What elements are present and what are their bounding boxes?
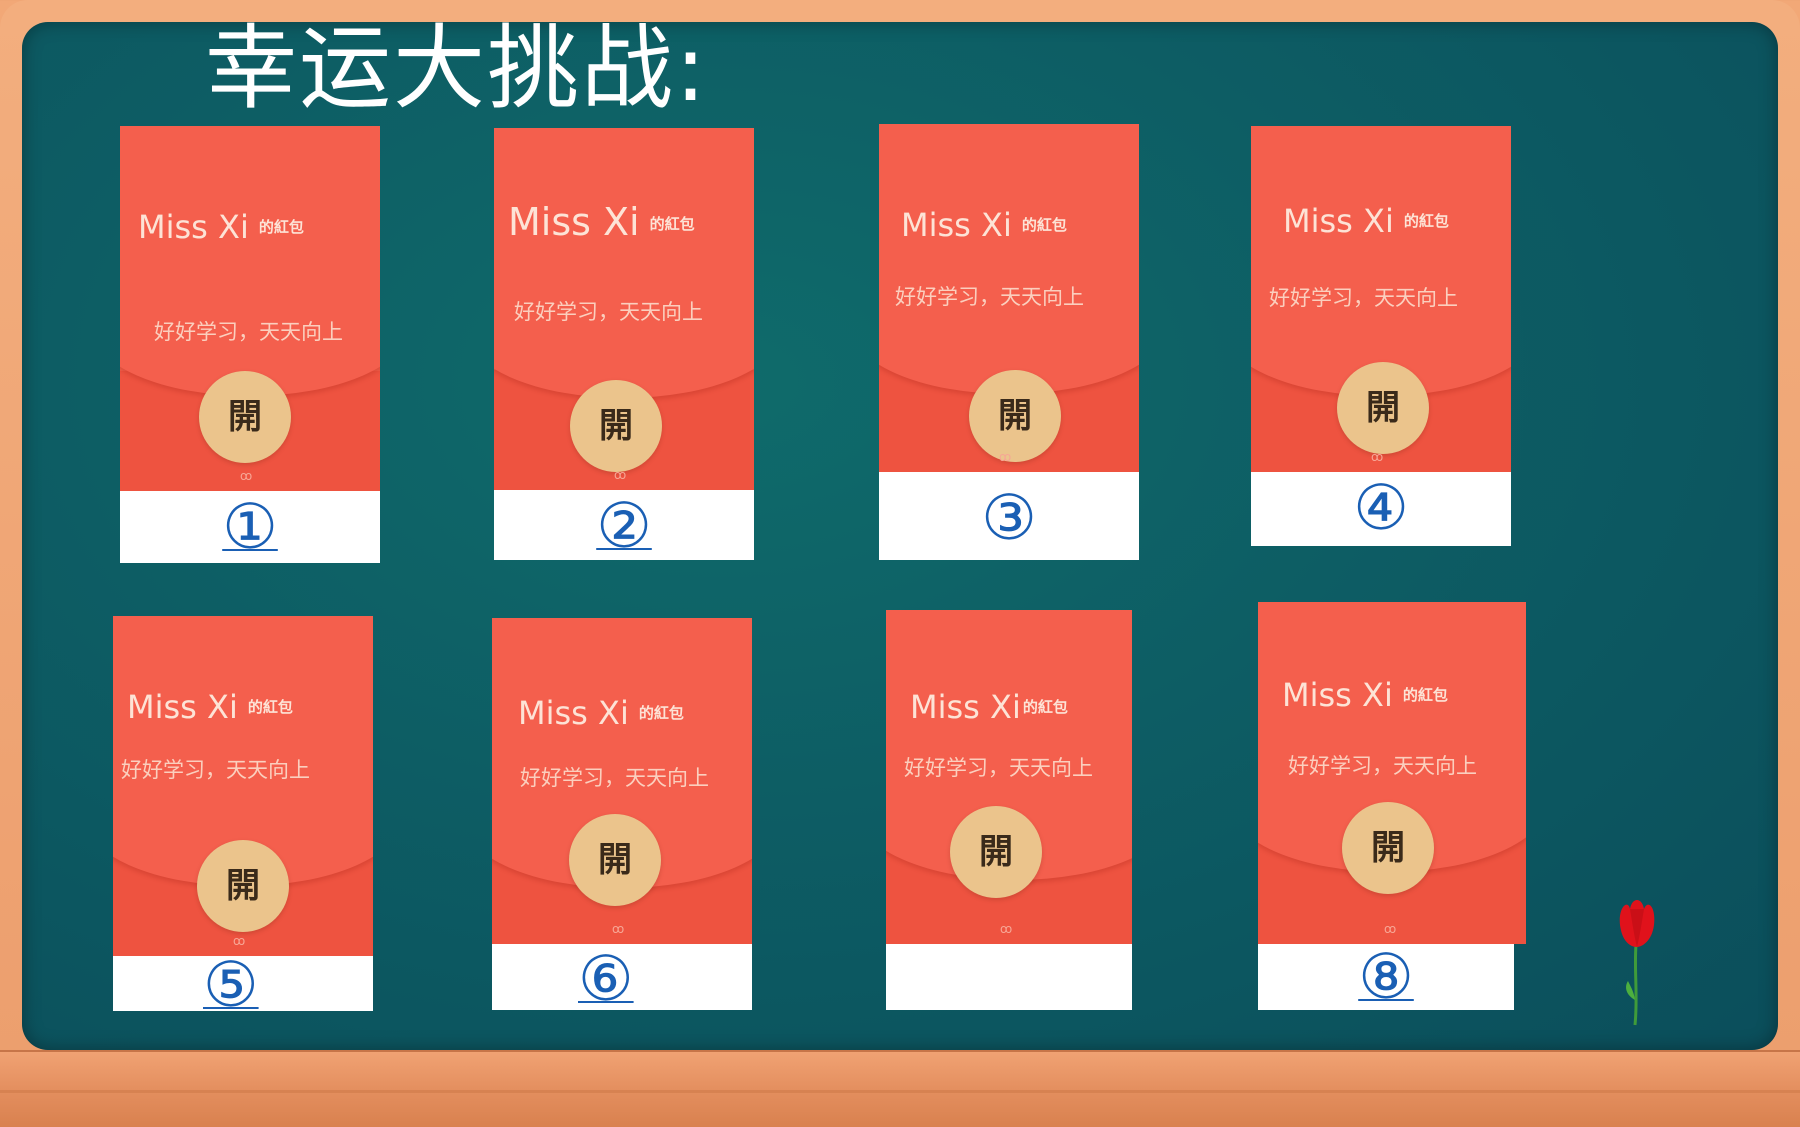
envelope-number-link[interactable]: ⑧: [1358, 944, 1414, 1010]
open-button[interactable]: 開: [969, 370, 1061, 462]
red-envelope-4[interactable]: Miss Xi 的紅包 好好学习，天天向上 開 ꝏ ④: [1251, 126, 1511, 546]
envelope-body: Miss Xi 的紅包 好好学习，天天向上 開 ꝏ: [886, 610, 1132, 944]
red-envelope-8[interactable]: Miss Xi 的紅包 好好学习，天天向上 開 ꝏ ⑧: [1258, 602, 1526, 1010]
envelope-blessing: 好好学习，天天向上: [904, 756, 1093, 780]
envelope-sender: Miss Xi 的紅包: [127, 688, 293, 726]
envelope-blessing: 好好学习，天天向上: [154, 320, 343, 344]
envelope-body: Miss Xi 的紅包 好好学习，天天向上 開 ꝏ: [1251, 126, 1511, 472]
envelope-blessing: 好好学习，天天向上: [1288, 754, 1477, 778]
envelope-number-link[interactable]: ⑥: [578, 944, 634, 1014]
open-button[interactable]: 開: [1337, 362, 1429, 454]
envelope-logo-icon: ꝏ: [233, 934, 246, 948]
envelope-number-strip: ⑤: [113, 954, 373, 1016]
envelope-logo-icon: ꝏ: [1371, 450, 1384, 464]
red-envelope-7[interactable]: Miss Xi 的紅包 好好学习，天天向上 開 ꝏ: [886, 610, 1132, 1010]
envelope-number-link[interactable]: ①: [222, 491, 278, 563]
envelope-sender: Miss Xi 的紅包: [138, 208, 304, 246]
red-envelope-3[interactable]: Miss Xi 的紅包 好好学习，天天向上 開 ꝏ ③: [879, 124, 1139, 560]
envelope-blessing: 好好学习，天天向上: [895, 285, 1084, 309]
envelope-logo-icon: ꝏ: [999, 450, 1012, 464]
envelope-body: Miss Xi 的紅包 好好学习，天天向上 開 ꝏ: [494, 128, 754, 490]
envelope-body: Miss Xi 的紅包 好好学习，天天向上 開 ꝏ: [879, 124, 1139, 472]
envelope-sender: Miss Xi 的紅包: [518, 694, 684, 732]
envelope-number-strip: [886, 944, 1132, 1010]
chalk-tray: [0, 1050, 1800, 1127]
envelope-number[interactable]: ③: [981, 472, 1037, 564]
chalk-tray-edge: [0, 1090, 1800, 1093]
envelope-blessing: 好好学习，天天向上: [514, 300, 703, 324]
envelope-number[interactable]: ④: [1353, 472, 1409, 544]
envelope-number-strip: ⑧: [1258, 944, 1514, 1010]
envelope-number-link[interactable]: ②: [596, 490, 652, 562]
envelope-blessing: 好好学习，天天向上: [121, 758, 310, 782]
envelope-logo-icon: ꝏ: [614, 468, 627, 482]
page-title: 幸运大挑战:: [205, 15, 708, 122]
red-envelope-5[interactable]: Miss Xi 的紅包 好好学习，天天向上 開 ꝏ ⑤: [113, 616, 373, 1016]
envelope-blessing: 好好学习，天天向上: [520, 766, 709, 790]
envelope-sender: Miss Xi 的紅包: [910, 688, 1068, 726]
envelope-blessing: 好好学习，天天向上: [1269, 286, 1458, 310]
envelope-sender: Miss Xi 的紅包: [1283, 202, 1449, 240]
envelope-sender: Miss Xi 的紅包: [901, 206, 1067, 244]
envelope-logo-icon: ꝏ: [1384, 922, 1397, 936]
envelope-number-strip: ⑥: [492, 944, 752, 1014]
envelope-logo-icon: ꝏ: [240, 469, 253, 483]
open-button[interactable]: 開: [197, 840, 289, 932]
envelope-number-strip: ②: [494, 490, 754, 562]
open-button[interactable]: 開: [570, 380, 662, 472]
envelope-sender: Miss Xi 的紅包: [1282, 676, 1448, 714]
open-button[interactable]: 開: [569, 814, 661, 906]
open-button[interactable]: 開: [950, 806, 1042, 898]
red-envelope-1[interactable]: Miss Xi 的紅包 好好学习，天天向上 開 ꝏ ①: [120, 126, 380, 563]
envelope-number-strip: ④: [1251, 472, 1511, 546]
envelope-logo-icon: ꝏ: [1000, 922, 1013, 936]
open-button[interactable]: 開: [1342, 802, 1434, 894]
envelope-sender: Miss Xi 的紅包: [508, 200, 695, 244]
red-envelope-6[interactable]: Miss Xi 的紅包 好好学习，天天向上 開 ꝏ ⑥: [492, 618, 752, 1014]
envelope-body: Miss Xi 的紅包 好好学习，天天向上 開 ꝏ: [492, 618, 752, 944]
tulip-icon: [1619, 900, 1655, 1026]
envelope-number-strip: ③: [879, 472, 1139, 560]
envelope-logo-icon: ꝏ: [612, 922, 625, 936]
envelope-number-strip: ①: [120, 491, 380, 563]
red-envelope-2[interactable]: Miss Xi 的紅包 好好学习，天天向上 開 ꝏ ②: [494, 128, 754, 562]
envelope-number-link[interactable]: ⑤: [203, 954, 259, 1016]
envelope-body: Miss Xi 的紅包 好好学习，天天向上 開 ꝏ: [120, 126, 380, 491]
envelope-body: Miss Xi 的紅包 好好学习，天天向上 開 ꝏ: [113, 616, 373, 956]
envelope-body: Miss Xi 的紅包 好好学习，天天向上 開 ꝏ: [1258, 602, 1526, 944]
open-button[interactable]: 開: [199, 371, 291, 463]
